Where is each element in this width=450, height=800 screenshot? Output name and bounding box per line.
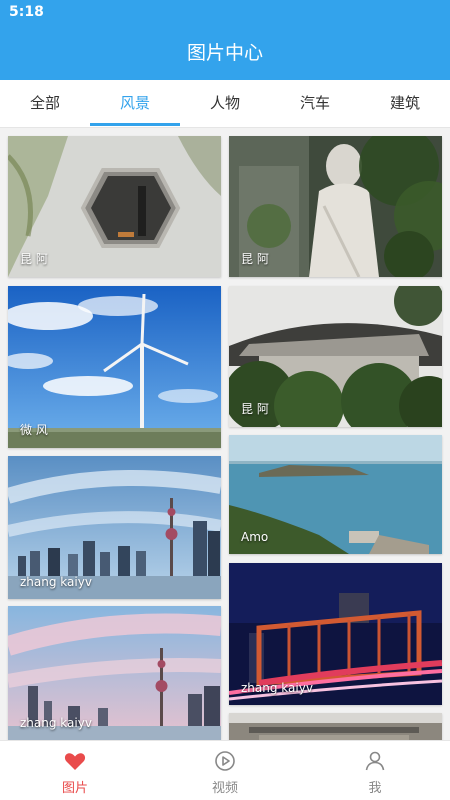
- photo-author: zhang kaiyv: [20, 575, 92, 589]
- photo-author: Amo: [241, 530, 269, 544]
- photo-card[interactable]: 昆 阿: [8, 136, 221, 277]
- app-header: 图片中心: [0, 26, 450, 80]
- nav-item-me[interactable]: 我: [300, 741, 450, 800]
- nav-label-me: 我: [368, 781, 382, 796]
- photo-author: zhang kaiyv: [20, 716, 92, 730]
- status-time: 5:18: [9, 4, 44, 20]
- photo-author: 昆 阿: [241, 252, 269, 266]
- bottom-nav: 图片 视频 我: [0, 740, 450, 800]
- photo-building-partial: [229, 713, 442, 740]
- nav-label-pictures: 图片: [61, 781, 88, 796]
- photo-card[interactable]: 昆 阿: [229, 136, 442, 277]
- photo-card[interactable]: 微 风: [8, 286, 221, 448]
- photo-card[interactable]: [229, 713, 442, 740]
- photo-author: 昆 阿: [20, 252, 48, 266]
- photo-card[interactable]: 昆 阿: [229, 286, 442, 427]
- page-title: 图片中心: [186, 42, 263, 64]
- play-circle-icon: [215, 751, 235, 771]
- photo-author: 微 风: [20, 423, 48, 437]
- status-bar: 5:18: [0, 0, 450, 26]
- tab-all[interactable]: 全部: [0, 80, 90, 127]
- photo-card[interactable]: zhang kaiyv: [8, 606, 221, 740]
- nav-item-pictures[interactable]: 图片: [0, 741, 150, 800]
- tab-scenery[interactable]: 风景: [90, 80, 180, 127]
- photo-author: 昆 阿: [241, 402, 269, 416]
- person-icon: [365, 751, 385, 771]
- tab-architecture[interactable]: 建筑: [360, 80, 450, 127]
- heart-icon: [64, 753, 86, 770]
- nav-label-videos: 视频: [211, 781, 238, 796]
- tab-cars[interactable]: 汽车: [270, 80, 360, 127]
- tab-people[interactable]: 人物: [180, 80, 270, 127]
- photo-card[interactable]: zhang kaiyv: [229, 563, 442, 705]
- photo-author: zhang kaiyv: [241, 681, 313, 695]
- category-tabs: 全部 风景 人物 汽车 建筑: [0, 80, 450, 128]
- photo-card[interactable]: Amo: [229, 435, 442, 554]
- photo-card[interactable]: zhang kaiyv: [8, 456, 221, 599]
- nav-item-videos[interactable]: 视频: [150, 741, 300, 800]
- photo-grid[interactable]: 昆 阿 昆 阿 微 风 昆 阿 zhang kaiyv Amo zhang ka…: [0, 128, 450, 740]
